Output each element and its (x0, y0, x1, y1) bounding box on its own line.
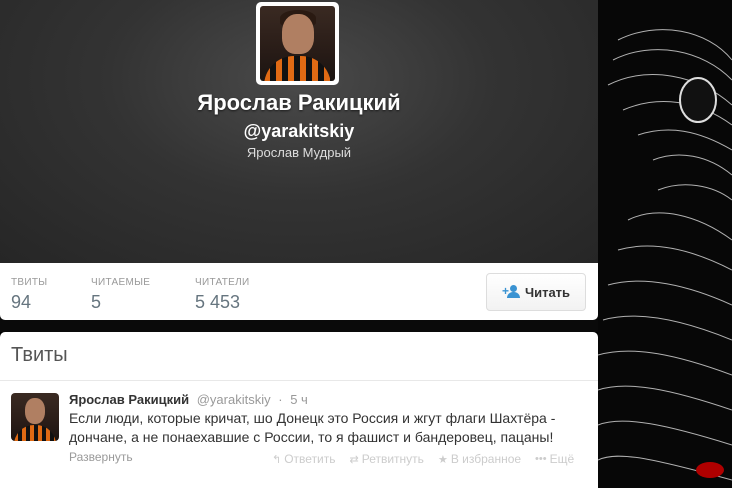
stat-label: ЧИТАТЕЛИ (195, 277, 250, 288)
tweet-avatar[interactable] (11, 393, 59, 441)
stat-value: 5 453 (195, 292, 241, 312)
stat-label: ТВИТЫ (11, 277, 48, 288)
background-strip (0, 318, 598, 332)
retweet-button[interactable]: ⇄ Ретвитнуть (350, 452, 424, 466)
tweet-handle[interactable]: @yarakitskiy (197, 392, 271, 407)
favorite-label: В избранное (450, 452, 522, 466)
more-icon: ••• (535, 453, 547, 465)
tweets-panel: Твиты Ярослав Ракицкий @yarakitskiy · 5 … (0, 332, 598, 488)
stat-tweets[interactable]: ТВИТЫ 94 (11, 277, 47, 313)
favorite-button[interactable]: ★ В избранное (438, 452, 521, 466)
divider (0, 380, 598, 381)
expand-link[interactable]: Развернуть (69, 450, 133, 464)
profile-handle[interactable]: @yarakitskiy (0, 121, 598, 142)
reply-label: Ответить (284, 452, 336, 466)
stat-followers[interactable]: ЧИТАТЕЛИ 5 453 (195, 277, 249, 313)
profile-stats-bar: ТВИТЫ 94 ЧИТАЕМЫЕ 5 ЧИТАТЕЛИ 5 453 + Чит… (0, 263, 598, 320)
reply-button[interactable]: ↰ Ответить (272, 452, 336, 466)
profile-name: Ярослав Ракицкий (197, 90, 401, 115)
profile-bio: Ярослав Мудрый (246, 145, 352, 160)
retweet-label: Ретвитнуть (361, 452, 424, 466)
separator-dot: · (278, 392, 283, 407)
star-icon: ★ (437, 453, 448, 466)
stat-label: ЧИТАЕМЫЕ (91, 277, 151, 288)
background-artwork (598, 0, 732, 488)
follow-button[interactable]: + Читать (486, 273, 586, 311)
tweet-header: Ярослав Ракицкий @yarakitskiy · 5 ч (69, 392, 308, 407)
profile-avatar[interactable] (256, 2, 339, 85)
stat-value: 94 (11, 292, 32, 312)
tweet-actions: ↰ Ответить ⇄ Ретвитнуть ★ В избранное ••… (272, 452, 574, 466)
stat-following[interactable]: ЧИТАЕМЫЕ 5 (91, 277, 150, 313)
retweet-icon: ⇄ (349, 453, 359, 466)
reply-icon: ↰ (272, 453, 282, 466)
more-label: Ещё (549, 452, 575, 466)
avatar-image (260, 6, 335, 81)
add-user-icon: + (502, 285, 520, 299)
tweet-timestamp[interactable]: 5 ч (290, 392, 308, 407)
tweets-section-title: Твиты (11, 344, 68, 366)
tweet-author[interactable]: Ярослав Ракицкий (69, 392, 189, 407)
profile-header: Ярослав Ракицкий @yarakitskiy Ярослав Му… (0, 0, 598, 263)
more-button[interactable]: ••• Ещё (535, 452, 574, 466)
stat-value: 5 (91, 292, 102, 312)
follow-button-label: Читать (524, 284, 571, 300)
tweet-text: Если люди, которые кричат, шо Донецк это… (69, 410, 556, 445)
